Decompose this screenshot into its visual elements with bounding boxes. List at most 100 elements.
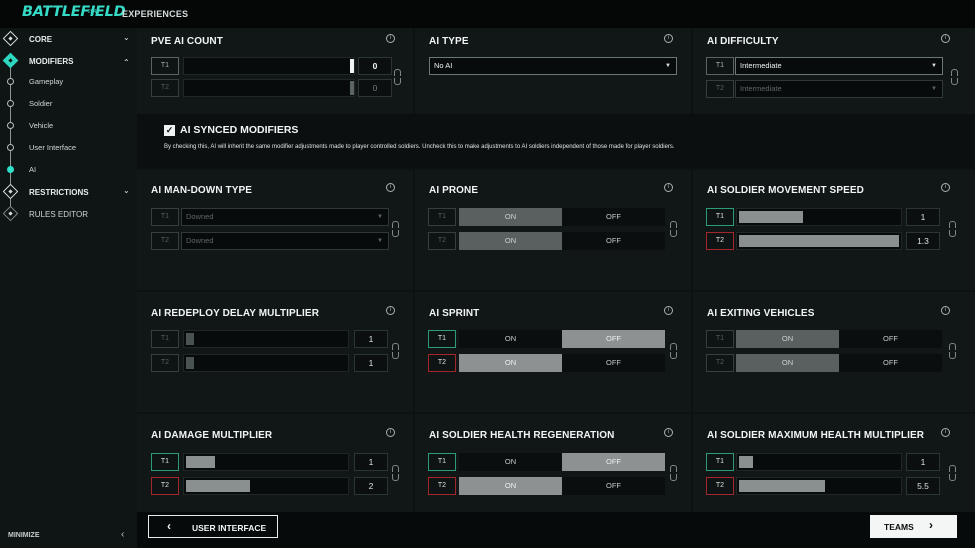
ai-prone-t2-toggle[interactable]: ON OFF: [459, 232, 665, 250]
link-teams-icon[interactable]: [950, 69, 959, 85]
option-off[interactable]: OFF: [562, 330, 665, 348]
option-on[interactable]: ON: [736, 330, 839, 348]
info-icon[interactable]: i: [664, 306, 673, 315]
sidebar-subitem-soldier[interactable]: Soldier: [0, 95, 137, 113]
info-icon[interactable]: i: [664, 34, 673, 43]
info-icon[interactable]: i: [941, 34, 950, 43]
ai-move-speed-t1-value[interactable]: 1: [906, 208, 940, 226]
sidebar-item-modifiers[interactable]: MODIFIERS ⌃: [0, 52, 137, 72]
ai-exiting-vehicles-t1-toggle[interactable]: ON OFF: [736, 330, 942, 348]
pve-ai-count-t2-slider[interactable]: [183, 79, 355, 97]
core-diamond-icon: [2, 30, 19, 47]
ai-sprint-t1-toggle[interactable]: ON OFF: [459, 330, 665, 348]
option-on[interactable]: ON: [459, 208, 562, 226]
info-icon[interactable]: i: [941, 183, 950, 192]
link-teams-icon[interactable]: [948, 343, 957, 359]
option-on[interactable]: ON: [459, 330, 562, 348]
ai-man-down-t2-dropdown[interactable]: Downed ▼: [181, 232, 389, 250]
ai-move-speed-t1-slider[interactable]: [736, 208, 902, 226]
ai-type-dropdown[interactable]: No AI ▼: [429, 57, 677, 75]
link-teams-icon[interactable]: [669, 221, 678, 237]
ai-man-down-t1-dropdown[interactable]: Downed ▼: [181, 208, 389, 226]
slider-fill: [739, 235, 899, 247]
ai-redeploy-t2-slider[interactable]: [183, 354, 349, 372]
minimize-button[interactable]: MINIMIZE: [8, 532, 40, 539]
ai-max-health-t1-value[interactable]: 1: [906, 453, 940, 471]
slider-thumb[interactable]: [350, 59, 354, 73]
chevron-left-icon[interactable]: ‹: [121, 529, 124, 540]
back-user-interface-button[interactable]: ‹ USER INTERFACE: [148, 515, 278, 538]
ai-damage-t1-slider[interactable]: [183, 453, 349, 471]
link-teams-icon[interactable]: [391, 465, 400, 481]
info-icon[interactable]: i: [386, 183, 395, 192]
tab-experiences[interactable]: EXPERIENCES: [122, 9, 188, 19]
ai-difficulty-t2-dropdown[interactable]: Intermediate ▼: [735, 80, 943, 98]
panel-ai-difficulty: AI DIFFICULTY i T1 Intermediate ▼ T2 Int…: [693, 28, 975, 114]
option-off[interactable]: OFF: [839, 330, 942, 348]
ai-synced-checkbox[interactable]: ✓: [164, 125, 175, 136]
link-teams-icon[interactable]: [948, 221, 957, 237]
slider-thumb[interactable]: [350, 81, 354, 95]
sidebar-item-rules-editor[interactable]: RULES EDITOR: [0, 205, 137, 225]
link-teams-icon[interactable]: [948, 465, 957, 481]
sidebar-item-core[interactable]: CORE ⌄: [0, 30, 137, 50]
ai-synced-label[interactable]: AI SYNCED MODIFIERS: [180, 124, 298, 136]
link-teams-icon[interactable]: [393, 69, 402, 85]
info-icon[interactable]: i: [941, 306, 950, 315]
option-off[interactable]: OFF: [562, 453, 665, 471]
option-on[interactable]: ON: [459, 354, 562, 372]
link-teams-icon[interactable]: [669, 343, 678, 359]
link-teams-icon[interactable]: [391, 343, 400, 359]
sidebar-subitem-ai[interactable]: AI: [0, 161, 137, 179]
option-on[interactable]: ON: [736, 354, 839, 372]
option-off[interactable]: OFF: [562, 477, 665, 495]
sidebar-subitem-user-interface[interactable]: User Interface: [0, 139, 137, 157]
option-on[interactable]: ON: [459, 453, 562, 471]
pve-ai-count-t2-value[interactable]: 0: [358, 79, 392, 97]
panel-title: AI DIFFICULTY: [707, 36, 779, 47]
ai-damage-t2-value[interactable]: 2: [354, 477, 388, 495]
ai-move-speed-t2-value[interactable]: 1.3: [906, 232, 940, 250]
ai-prone-t1-toggle[interactable]: ON OFF: [459, 208, 665, 226]
ai-difficulty-t1-dropdown[interactable]: Intermediate ▼: [735, 57, 943, 75]
ai-damage-t1-value[interactable]: 1: [354, 453, 388, 471]
option-off[interactable]: OFF: [562, 208, 665, 226]
info-icon[interactable]: i: [664, 428, 673, 437]
option-off[interactable]: OFF: [562, 232, 665, 250]
next-teams-button[interactable]: TEAMS ›: [870, 515, 957, 538]
ai-max-health-t2-value[interactable]: 5.5: [906, 477, 940, 495]
ai-redeploy-t1-value[interactable]: 1: [354, 330, 388, 348]
link-teams-icon[interactable]: [669, 465, 678, 481]
pve-ai-count-t1-value[interactable]: 0: [358, 57, 392, 75]
panel-ai-movement-speed: AI SOLDIER MOVEMENT SPEED i T1 1 T2 1.3: [693, 170, 975, 290]
pve-ai-count-t1-slider[interactable]: [183, 57, 355, 75]
sidebar-subitem-gameplay[interactable]: Gameplay: [0, 73, 137, 91]
info-icon[interactable]: i: [386, 306, 395, 315]
ai-exiting-vehicles-t2-toggle[interactable]: ON OFF: [736, 354, 942, 372]
ai-health-regen-t1-toggle[interactable]: ON OFF: [459, 453, 665, 471]
info-icon[interactable]: i: [386, 428, 395, 437]
ai-redeploy-t2-value[interactable]: 1: [354, 354, 388, 372]
ai-max-health-t2-slider[interactable]: [736, 477, 902, 495]
ai-redeploy-t1-slider[interactable]: [183, 330, 349, 348]
sidebar-subitem-vehicle[interactable]: Vehicle: [0, 117, 137, 135]
option-off[interactable]: OFF: [839, 354, 942, 372]
option-on[interactable]: ON: [459, 232, 562, 250]
sidebar-item-restrictions[interactable]: RESTRICTIONS ⌄: [0, 183, 137, 203]
ai-max-health-t1-slider[interactable]: [736, 453, 902, 471]
ai-health-regen-t2-toggle[interactable]: ON OFF: [459, 477, 665, 495]
info-icon[interactable]: i: [664, 183, 673, 192]
team1-label: T1: [428, 208, 456, 226]
option-off[interactable]: OFF: [562, 354, 665, 372]
info-icon[interactable]: i: [941, 428, 950, 437]
sidebar-subitem-label: Vehicle: [29, 121, 54, 130]
ai-move-speed-t2-slider[interactable]: [736, 232, 902, 250]
info-icon[interactable]: i: [386, 34, 395, 43]
ai-damage-t2-slider[interactable]: [183, 477, 349, 495]
link-teams-icon[interactable]: [391, 221, 400, 237]
slider-fill: [186, 357, 194, 369]
ai-sprint-t2-toggle[interactable]: ON OFF: [459, 354, 665, 372]
option-on[interactable]: ON: [459, 477, 562, 495]
team2-label: T2: [151, 232, 179, 250]
dropdown-value: No AI: [434, 61, 453, 70]
